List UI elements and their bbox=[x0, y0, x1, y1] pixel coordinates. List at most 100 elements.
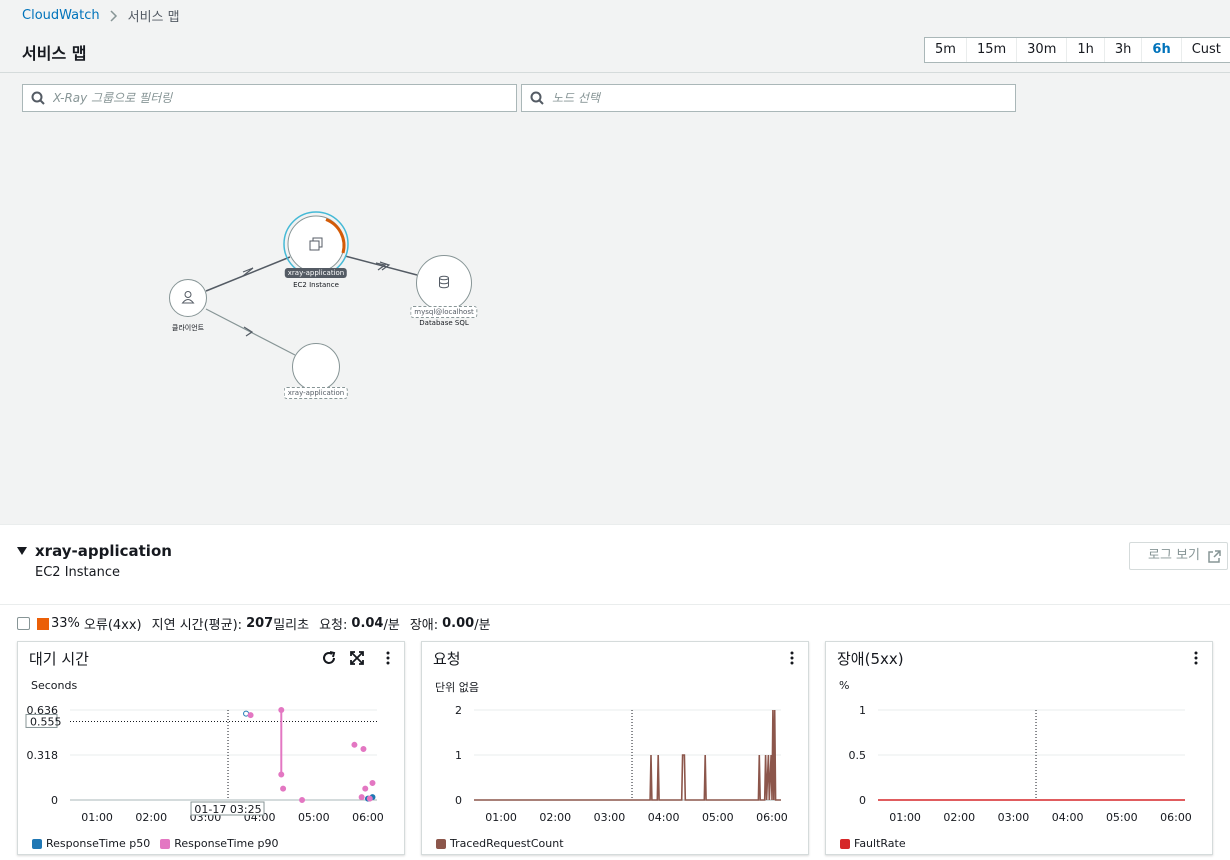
x-tick-label: 04:00 bbox=[1052, 811, 1084, 824]
detail-divider bbox=[0, 604, 1230, 605]
data-point[interactable] bbox=[362, 785, 369, 792]
latency-chart[interactable]: 00.3180.63601:00 02:00 03:00 04:00 05:00 06:0… bbox=[18, 697, 404, 827]
faults-legend: FaultRate bbox=[840, 837, 916, 850]
hover-value: 0.555 bbox=[30, 715, 62, 728]
edge-arrow-icon bbox=[243, 326, 254, 337]
more-options-icon[interactable] bbox=[790, 651, 794, 665]
y-tick-label: 0.318 bbox=[27, 749, 59, 762]
requests-chart[interactable]: 0 1 2 01:00 02:00 03:00 04:00 05:00 06:00 bbox=[422, 697, 808, 827]
node-detail-title: xray-application bbox=[35, 542, 172, 560]
x-tick-label: 02:00 bbox=[135, 811, 167, 824]
legend-item[interactable]: TracedRequestCount bbox=[436, 837, 564, 850]
time-range-15m[interactable]: 15m bbox=[967, 38, 1018, 62]
requests-unit: 단위 없음 bbox=[435, 681, 479, 694]
service-map-area: CloudWatch 서비스 맵 서비스 맵 5m 15m 30m 1h 3h 6h Cus… bbox=[0, 0, 1230, 524]
external-link-icon bbox=[1208, 549, 1221, 563]
x-tick-label: 05:00 bbox=[298, 811, 330, 824]
app-node-type: EC2 Instance bbox=[293, 281, 339, 289]
legend-swatch bbox=[840, 838, 850, 849]
faults-panel-title: 장애(5xx) bbox=[837, 650, 904, 668]
edge-client-to-remote[interactable] bbox=[205, 308, 296, 356]
view-logs-button[interactable]: 로그 보기 bbox=[1129, 542, 1228, 570]
legend-item[interactable]: ResponseTime p90 bbox=[160, 837, 278, 850]
data-point[interactable] bbox=[369, 780, 376, 787]
client-node-label: 클라이언트 bbox=[171, 324, 205, 332]
error-percent: 33% bbox=[51, 616, 80, 631]
user-icon bbox=[181, 291, 195, 304]
time-range-5m[interactable]: 5m bbox=[925, 38, 967, 62]
y-tick-label: 0 bbox=[51, 794, 58, 807]
x-tick-label: 05:00 bbox=[702, 811, 734, 824]
database-node-name: mysql@localhost bbox=[410, 306, 478, 318]
requests-panel: 요청 단위 없음 0 1 2 01:00 02:00 03:00 04:00 05:00 06:… bbox=[421, 641, 809, 855]
time-range-selector: 5m 15m 30m 1h 3h 6h Cust bbox=[924, 37, 1230, 63]
more-options-icon[interactable] bbox=[1194, 651, 1198, 665]
x-tick-label: 02:00 bbox=[539, 811, 571, 824]
faults-chart[interactable]: 0 0.5 1 01:00 02:00 03:00 04:00 05:00 06:00 bbox=[826, 697, 1212, 827]
node-detail-header[interactable]: xray-application bbox=[16, 542, 172, 560]
ec2-instance-icon bbox=[309, 237, 323, 251]
refresh-icon[interactable] bbox=[321, 650, 337, 666]
legend-label: TracedRequestCount bbox=[450, 837, 564, 850]
legend-label: ResponseTime p50 bbox=[46, 837, 151, 850]
expand-icon[interactable] bbox=[349, 650, 365, 666]
y-tick-label: 1 bbox=[859, 704, 866, 717]
x-tick-label: 01:00 bbox=[81, 811, 113, 824]
x-tick-label: 05:00 bbox=[1106, 811, 1138, 824]
faults-unit: /분 bbox=[474, 618, 491, 633]
legend-item[interactable]: ResponseTime p50 bbox=[32, 837, 150, 850]
time-range-1h[interactable]: 1h bbox=[1067, 38, 1105, 62]
legend-label: ResponseTime p90 bbox=[174, 837, 279, 850]
data-point[interactable] bbox=[278, 771, 285, 778]
requests-label: 요청: bbox=[319, 618, 348, 633]
data-point[interactable] bbox=[366, 795, 373, 802]
data-point[interactable] bbox=[351, 741, 358, 748]
hover-time: 01-17 03:25 bbox=[194, 803, 261, 816]
requests-unit: /분 bbox=[383, 618, 400, 633]
node-select-input[interactable] bbox=[552, 91, 989, 105]
stats-checkbox[interactable] bbox=[17, 617, 30, 630]
time-range-3h[interactable]: 3h bbox=[1105, 38, 1143, 62]
latency-legend: ResponseTime p50 ResponseTime p90 bbox=[32, 837, 288, 850]
x-tick-label: 04:00 bbox=[648, 811, 680, 824]
legend-label: FaultRate bbox=[854, 837, 906, 850]
x-tick-label: 06:00 bbox=[352, 811, 384, 824]
x-tick-label: 02:00 bbox=[943, 811, 975, 824]
map-bottom-border bbox=[0, 524, 1230, 525]
x-tick-label: 03:00 bbox=[998, 811, 1030, 824]
remote-app-node[interactable] bbox=[292, 343, 340, 391]
data-point[interactable] bbox=[360, 746, 367, 753]
edge-client-to-app[interactable] bbox=[205, 256, 291, 292]
latency-unit: 밀리초 bbox=[273, 618, 310, 633]
y-tick-label: 0 bbox=[455, 794, 462, 807]
x-tick-label: 01:00 bbox=[485, 811, 517, 824]
time-range-cust[interactable]: Cust bbox=[1182, 38, 1230, 62]
more-options-icon[interactable] bbox=[386, 651, 390, 665]
data-point[interactable] bbox=[247, 712, 254, 719]
data-point[interactable] bbox=[278, 707, 285, 713]
latency-unit: Seconds bbox=[31, 679, 78, 692]
time-range-30m[interactable]: 30m bbox=[1017, 38, 1068, 62]
requests-panel-title: 요청 bbox=[433, 650, 461, 668]
latency-panel-title: 대기 시간 bbox=[29, 650, 89, 668]
latency-value: 207 bbox=[246, 616, 274, 631]
y-tick-label: 1 bbox=[455, 749, 462, 762]
faults-panel: 장애(5xx) % 0 0.5 1 01:00 02:00 03:00 04:00 05:00… bbox=[825, 641, 1213, 855]
requests-value: 0.04 bbox=[351, 616, 384, 631]
node-detail-type: EC2 Instance bbox=[35, 565, 120, 580]
x-tick-label: 06:00 bbox=[756, 811, 788, 824]
time-range-6h[interactable]: 6h bbox=[1142, 38, 1182, 62]
x-tick-label: 01:00 bbox=[889, 811, 921, 824]
app-node-name: xray-application bbox=[284, 268, 348, 278]
node-stats: 33% 오류(4xx) 지연 시간(평균): 207 밀리초 요청: 0.04 … bbox=[17, 614, 491, 633]
legend-item[interactable]: FaultRate bbox=[840, 837, 906, 850]
y-tick-label: 2 bbox=[455, 704, 462, 717]
remote-app-node-name: xray-application bbox=[283, 387, 349, 399]
data-point[interactable] bbox=[358, 794, 365, 801]
latency-panel: 대기 시간 Seconds 0 0.318 0.636 01:00 02:00 03:00… bbox=[17, 641, 405, 855]
caret-down-icon[interactable] bbox=[16, 546, 28, 556]
edge-app-to-db[interactable] bbox=[344, 255, 418, 276]
data-point[interactable] bbox=[299, 797, 306, 803]
legend-swatch bbox=[32, 838, 42, 849]
data-point[interactable] bbox=[280, 785, 287, 792]
